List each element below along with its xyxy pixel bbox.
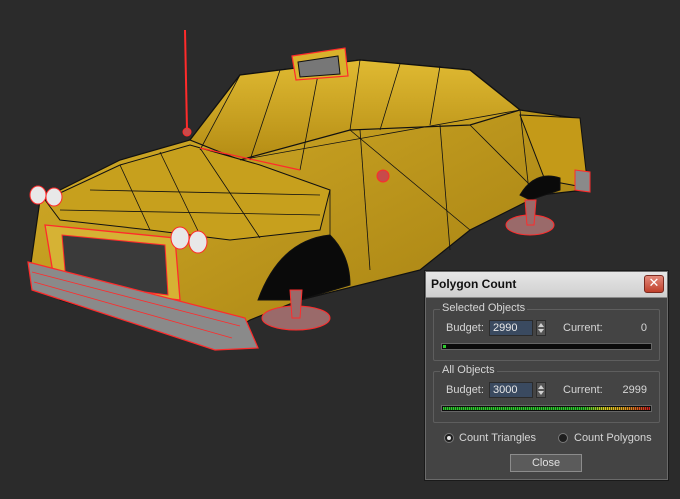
selected-objects-group: Selected Objects Budget: 2990 Current: 0 bbox=[433, 302, 660, 361]
selected-budget-label: Budget: bbox=[446, 322, 484, 334]
close-x-icon[interactable]: ✕ bbox=[644, 275, 664, 293]
all-objects-label: All Objects bbox=[440, 364, 497, 376]
selected-budget-spinner[interactable] bbox=[536, 320, 546, 336]
all-current-label: Current: bbox=[563, 384, 603, 396]
spinner-down-icon[interactable] bbox=[538, 391, 544, 395]
close-button[interactable]: Close bbox=[510, 454, 582, 472]
selected-current-label: Current: bbox=[563, 322, 603, 334]
polygon-count-dialog: Polygon Count ✕ Selected Objects Budget:… bbox=[425, 271, 668, 480]
all-current-value: 2999 bbox=[622, 384, 647, 396]
selected-objects-meter-fill bbox=[443, 345, 446, 348]
selected-objects-label: Selected Objects bbox=[440, 302, 528, 314]
spinner-down-icon[interactable] bbox=[538, 329, 544, 333]
count-triangles-label[interactable]: Count Triangles bbox=[459, 432, 536, 444]
count-polygons-radio[interactable] bbox=[558, 433, 568, 443]
count-triangles-radio[interactable] bbox=[444, 433, 454, 443]
all-objects-meter bbox=[441, 405, 652, 412]
all-objects-group: All Objects Budget: 3000 Current: 2999 bbox=[433, 364, 660, 423]
selected-current-value: 0 bbox=[640, 322, 647, 334]
dialog-titlebar[interactable]: Polygon Count ✕ bbox=[426, 272, 667, 298]
selected-budget-input[interactable]: 2990 bbox=[489, 320, 533, 336]
selected-objects-meter bbox=[441, 343, 652, 350]
all-budget-label: Budget: bbox=[446, 384, 484, 396]
dialog-title: Polygon Count bbox=[431, 277, 517, 291]
spinner-up-icon[interactable] bbox=[538, 385, 544, 389]
all-objects-meter-fill bbox=[443, 407, 650, 410]
all-budget-spinner[interactable] bbox=[536, 382, 546, 398]
count-polygons-label[interactable]: Count Polygons bbox=[574, 432, 652, 444]
all-budget-input[interactable]: 3000 bbox=[489, 382, 533, 398]
spinner-up-icon[interactable] bbox=[538, 323, 544, 327]
